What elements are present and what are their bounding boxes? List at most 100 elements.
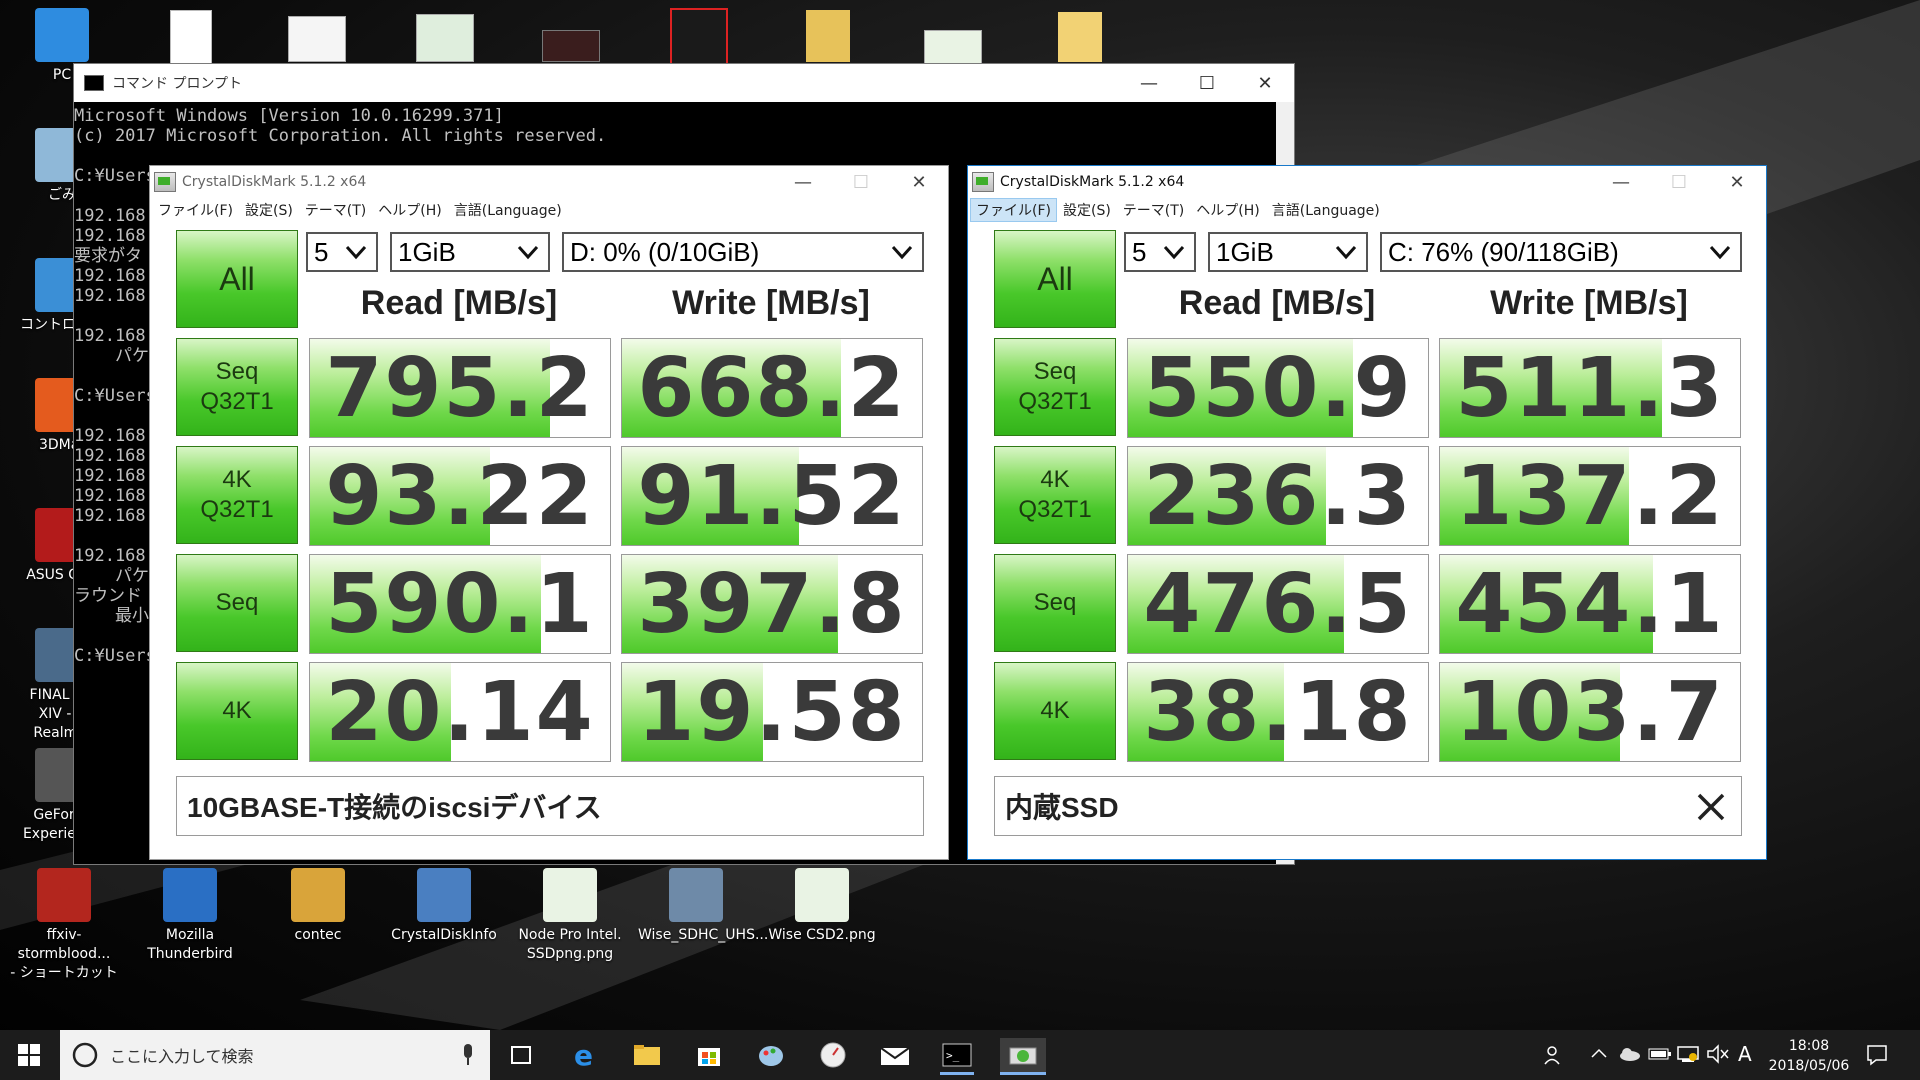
clock[interactable]: 18:08 2018/05/06 [1768,1036,1850,1076]
test-size-select[interactable]: 1GiB [390,232,550,272]
desktop-icon[interactable]: contec [260,868,376,945]
test-count-select[interactable]: 5 [306,232,378,272]
clear-comment-icon[interactable] [1695,791,1727,823]
menu-file[interactable]: ファイル(F) [970,198,1057,222]
drive-select[interactable]: D: 0% (0/10GiB) [562,232,924,272]
people-icon[interactable] [1544,1044,1566,1070]
menu-theme[interactable]: テーマ(T) [299,198,372,222]
app-icon [37,868,91,922]
microphone-icon[interactable] [460,1044,476,1066]
menu-language[interactable]: 言語(Language) [448,198,568,222]
desktop-icon[interactable]: ffxiv-stormblood... - ショートカット [6,868,122,983]
test-button[interactable]: 4K Q32T1 [176,446,298,544]
write-result-value: 103.7 [1455,664,1725,760]
image-thumbnail-icon[interactable] [924,30,982,64]
crystaldiskmark-window-right[interactable]: CrystalDiskMark 5.1.2 x64 — ☐ ✕ ファイル(F) … [967,165,1767,860]
comment-field[interactable]: 10GBASE-T接続のiscsiデバイス [176,776,924,836]
menu-settings[interactable]: 設定(S) [239,198,299,222]
write-result-value: 19.58 [637,664,907,760]
maximize-button[interactable]: ☐ [1650,166,1708,198]
read-result-value: 93.22 [325,448,595,544]
crystaldiskmark-taskbar-icon[interactable] [1000,1038,1046,1075]
menu-help[interactable]: ヘルプ(H) [1190,198,1265,222]
cdm-titlebar[interactable]: CrystalDiskMark 5.1.2 x64 — ☐ ✕ [150,166,948,198]
close-button[interactable]: ✕ [1708,166,1766,198]
start-button[interactable] [12,1038,46,1072]
desktop-icon[interactable]: Mozilla Thunderbird [132,868,248,964]
minimize-button[interactable]: — [1592,166,1650,198]
minimize-button[interactable]: — [774,166,832,198]
read-result-cell: 20.14 [309,662,611,762]
cmd-titlebar[interactable]: コマンド プロンプト — ☐ ✕ [74,64,1294,102]
taskbar-search-box[interactable]: ここに入力して検索 [60,1030,490,1080]
menu-file[interactable]: ファイル(F) [152,198,239,222]
app-icon [795,868,849,922]
image-thumbnail-icon[interactable] [542,30,600,62]
compass-app-icon[interactable] [816,1038,850,1072]
cmd-taskbar-icon[interactable]: >_ [940,1038,974,1075]
desktop-icon[interactable]: Wise CSD2.png [764,868,880,945]
store-icon[interactable] [692,1038,726,1072]
edge-icon[interactable]: e [568,1038,602,1072]
battery-icon[interactable] [1648,1046,1672,1066]
test-button[interactable]: Seq Q32T1 [176,338,298,436]
pdf-icon[interactable] [670,8,728,66]
ime-indicator[interactable]: A [1738,1042,1752,1066]
close-button[interactable]: ✕ [1236,64,1294,102]
onedrive-cloud-icon[interactable] [1618,1046,1642,1066]
image-thumbnail-icon[interactable] [288,16,346,62]
desktop-icon-label: CrystalDiskInfo [391,927,497,943]
crystaldiskmark-app-icon [972,172,994,192]
action-center-icon[interactable] [1866,1044,1888,1070]
test-size-select[interactable]: 1GiB [1208,232,1368,272]
file-icon[interactable] [170,10,212,64]
write-result-cell: 511.3 [1439,338,1741,438]
network-icon[interactable] [1676,1044,1700,1068]
write-result-cell: 103.7 [1439,662,1741,762]
read-result-cell: 590.1 [309,554,611,654]
run-all-button[interactable]: All [176,230,298,328]
test-count-value: 5 [1132,236,1147,267]
desktop-icon-label: Mozilla Thunderbird [147,927,233,962]
comment-field[interactable]: 内蔵SSD [994,776,1742,836]
test-button[interactable]: Seq [994,554,1116,652]
write-result-cell: 91.52 [621,446,923,546]
test-button[interactable]: 4K [994,662,1116,760]
image-thumbnail-icon[interactable] [416,14,474,62]
maximize-button[interactable]: ☐ [832,166,890,198]
cdm-titlebar[interactable]: CrystalDiskMark 5.1.2 x64 — ☐ ✕ [968,166,1766,198]
write-result-value: 454.1 [1455,556,1725,652]
cdm-menu-bar: ファイル(F) 設定(S) テーマ(T) ヘルプ(H) 言語(Language) [968,198,1766,222]
menu-theme[interactable]: テーマ(T) [1117,198,1190,222]
file-explorer-icon[interactable] [630,1038,664,1072]
chevron-down-icon [517,245,539,260]
desktop-icon[interactable]: CrystalDiskInfo [386,868,502,945]
drive-select[interactable]: C: 76% (90/118GiB) [1380,232,1742,272]
test-count-select[interactable]: 5 [1124,232,1196,272]
close-button[interactable]: ✕ [890,166,948,198]
app-icon [163,868,217,922]
folder-icon[interactable] [1058,12,1102,62]
run-all-button[interactable]: All [994,230,1116,328]
desktop-icon[interactable]: Node Pro Intel. SSDpng.png [512,868,628,964]
crystaldiskmark-window-left[interactable]: CrystalDiskMark 5.1.2 x64 — ☐ ✕ ファイル(F) … [149,165,949,860]
mail-icon[interactable] [878,1038,912,1072]
test-button[interactable]: Seq [176,554,298,652]
test-button[interactable]: 4K [176,662,298,760]
minimize-button[interactable]: — [1120,64,1178,102]
comment-text: 内蔵SSD [1005,792,1119,823]
menu-help[interactable]: ヘルプ(H) [372,198,447,222]
write-result-value: 137.2 [1455,448,1725,544]
chevron-up-icon[interactable] [1590,1046,1608,1064]
menu-settings[interactable]: 設定(S) [1057,198,1117,222]
test-button[interactable]: 4K Q32T1 [994,446,1116,544]
test-button[interactable]: Seq Q32T1 [994,338,1116,436]
volume-muted-icon[interactable] [1706,1044,1730,1068]
maximize-button[interactable]: ☐ [1178,64,1236,102]
task-view-icon[interactable] [504,1038,538,1072]
paint-icon[interactable] [754,1038,788,1072]
menu-language[interactable]: 言語(Language) [1266,198,1386,222]
zip-folder-icon[interactable] [806,10,850,62]
write-result-cell: 137.2 [1439,446,1741,546]
desktop-icon[interactable]: Wise_SDHC_UHS... [638,868,768,945]
